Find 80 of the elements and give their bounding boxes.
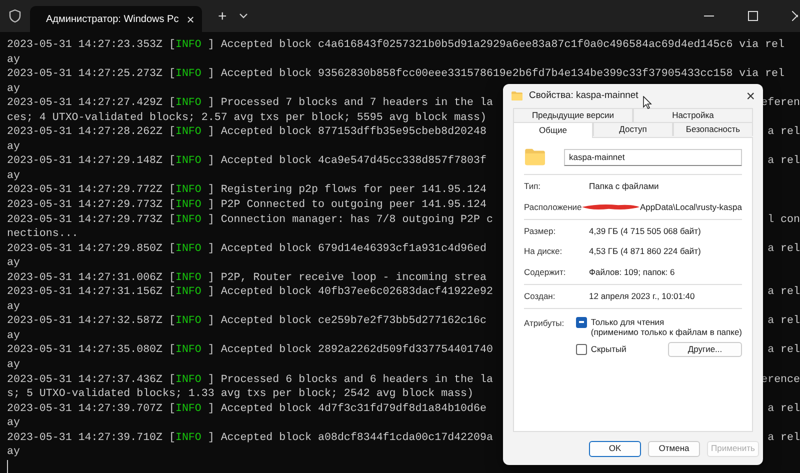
tab-title: Администратор: Windows Pc (46, 12, 179, 26)
shield-icon[interactable] (9, 9, 21, 23)
dialog-tab[interactable]: Доступ (593, 122, 673, 136)
text-cursor (7, 460, 8, 473)
property-value: 4,53 ГБ (4 871 860 224 байт) (589, 245, 701, 258)
dialog-tab[interactable]: Общие (513, 122, 593, 138)
folder-icon (511, 91, 523, 101)
log-line: 2023-05-31 14:27:29.850Z [INFO ] Accepted block 679d14e46393cf1a931c4d96ed (7, 242, 486, 256)
log-line: ay (7, 82, 20, 96)
property-label: Создан: (524, 290, 556, 302)
property-label: Атрибуты: (524, 316, 566, 330)
log-line: 2023-05-31 14:27:31.156Z [INFO ] Accepted block 40fb37ee6c02683dacf41922e92 (7, 285, 493, 300)
log-line: ay (7, 416, 20, 431)
log-line-fragment: a rel (768, 242, 800, 256)
property-value: 4,39 ГБ (4 715 505 068 байт) (589, 224, 701, 238)
log-line-fragment: l con (768, 212, 800, 228)
log-line: ay (7, 445, 20, 460)
dialog-tab[interactable]: Безопасность (673, 122, 753, 136)
log-line: ay (7, 168, 20, 184)
log-line: 2023-05-31 14:27:35.080Z [INFO ] Accepted block 2892a2262d509fd337754401740 (7, 343, 493, 358)
log-line: ay (7, 140, 20, 154)
other-attributes-button[interactable]: Другие... (668, 342, 742, 356)
dialog-button[interactable]: Отмена (648, 440, 700, 456)
log-line: 2023-05-31 14:27:39.707Z [INFO ] Accepted block 4d7f3c31fd79df8d1a84b10d6e (7, 402, 486, 416)
log-line: ay (7, 358, 20, 373)
log-line: 2023-05-31 14:27:29.773Z [INFO ] Connection manager: has 7/8 outgoing P2P c (7, 212, 493, 228)
dialog-close-button[interactable]: × (746, 88, 755, 104)
log-line: 2023-05-31 14:27:29.148Z [INFO ] Accepted block 4ca9e547d45cc338d857f7803f (7, 154, 486, 169)
chevron-down-icon[interactable] (238, 13, 248, 19)
log-line: ay (7, 328, 20, 344)
property-value: AppData\Local\rusty-kaspa (640, 200, 742, 214)
property-value: 12 апреля 2023 г., 10:01:40 (589, 290, 695, 302)
log-line: 2023-05-31 14:27:28.262Z [INFO ] Accepted block 877153dffb35e95cbeb8d20248 (7, 125, 486, 140)
dialog-title: Свойства: kaspa-mainnet (529, 88, 638, 103)
checkbox[interactable] (576, 344, 587, 354)
tab-close-button[interactable]: × (186, 12, 194, 26)
log-line: 2023-05-31 14:27:29.773Z [INFO ] P2P Connected to outgoing peer 141.95.124 (7, 198, 486, 213)
dialog-button[interactable]: OK (589, 440, 641, 456)
log-line: 2023-05-31 14:27:27.429Z [INFO ] Processed 7 blocks and 7 headers in the la (7, 96, 493, 111)
maximize-icon[interactable] (748, 11, 758, 21)
dialog-tab[interactable]: Предыдущие версии (513, 108, 633, 122)
property-label: На диске: (524, 245, 564, 258)
redaction-mark (580, 203, 640, 212)
property-label: Содержит: (524, 266, 567, 279)
property-label: Размер: (524, 224, 557, 238)
property-value: Папка с файлами (589, 180, 659, 193)
property-label: Расположение (524, 200, 582, 214)
dialog-tab[interactable]: Настройка (633, 108, 753, 122)
log-line: s; 5 UTXO-validated blocks; 1.33 avg txs per block; 2542 avg block mass) (7, 387, 474, 402)
log-line-fragment: a rel (768, 154, 800, 169)
log-line: 2023-05-31 14:27:29.772Z [INFO ] Registering p2p flows for peer 141.95.124 (7, 183, 486, 198)
new-tab-button[interactable]: + (218, 8, 227, 24)
log-line: ay (7, 52, 20, 68)
checkbox-label: Только для чтения (590, 316, 666, 326)
name-field[interactable]: kaspa-mainnet (564, 148, 742, 166)
log-line: 2023-05-31 14:27:25.273Z [INFO ] Accepted block 93562830b858fcc00eee331578619e2b6fd7b4e134be399c33f37905433cc158 via rel (7, 67, 785, 82)
log-line: 2023-05-31 14:27:39.710Z [INFO ] Accepted block a08dcf8344f1cda00c17d42209a (7, 430, 493, 446)
log-line: ay (7, 256, 20, 271)
mouse-pointer-icon (643, 96, 652, 109)
log-line: 2023-05-31 14:27:37.436Z [INFO ] Processed 6 blocks and 6 headers in the la (7, 372, 493, 388)
log-line: ces; 4 UTXO-validated blocks; 2.57 avg txs per block; 5595 avg block mass) (7, 110, 486, 126)
log-line-fragment: a rel (768, 314, 800, 329)
checkbox-label: Скрытый (590, 342, 628, 356)
log-line: ay (7, 300, 20, 314)
checkbox[interactable] (576, 316, 587, 328)
log-line-fragment: a rel (768, 402, 800, 416)
property-value: Файлов: 109; папок: 6 (589, 266, 675, 279)
log-line-fragment: a rel (768, 430, 800, 446)
log-line: 2023-05-31 14:27:32.587Z [INFO ] Accepted block ce259b7e2f73bb5d277162c16c (7, 314, 486, 329)
log-line-fragment: a rel (768, 285, 800, 300)
folder-icon (524, 148, 546, 166)
log-line: 2023-05-31 14:27:23.353Z [INFO ] Accepted block c4a616843f0257321b0b5d91a2929a6ee83a87c1f0a0c496584ac69d4ed145c6 via rel (7, 38, 785, 53)
log-line: 2023-05-31 14:27:31.006Z [INFO ] P2P, Router receive loop - incoming strea (7, 270, 486, 286)
property-label: Тип: (524, 180, 542, 193)
log-line-fragment: a rel (768, 125, 800, 140)
checkbox-note: (применимо только к файлам в папке) (590, 326, 742, 336)
log-line-fragment: a rel (768, 343, 800, 358)
log-line: nections... (7, 227, 78, 242)
close-icon[interactable] (792, 11, 798, 21)
terminal-tab[interactable]: Администратор: Windows Pc × (30, 6, 202, 32)
